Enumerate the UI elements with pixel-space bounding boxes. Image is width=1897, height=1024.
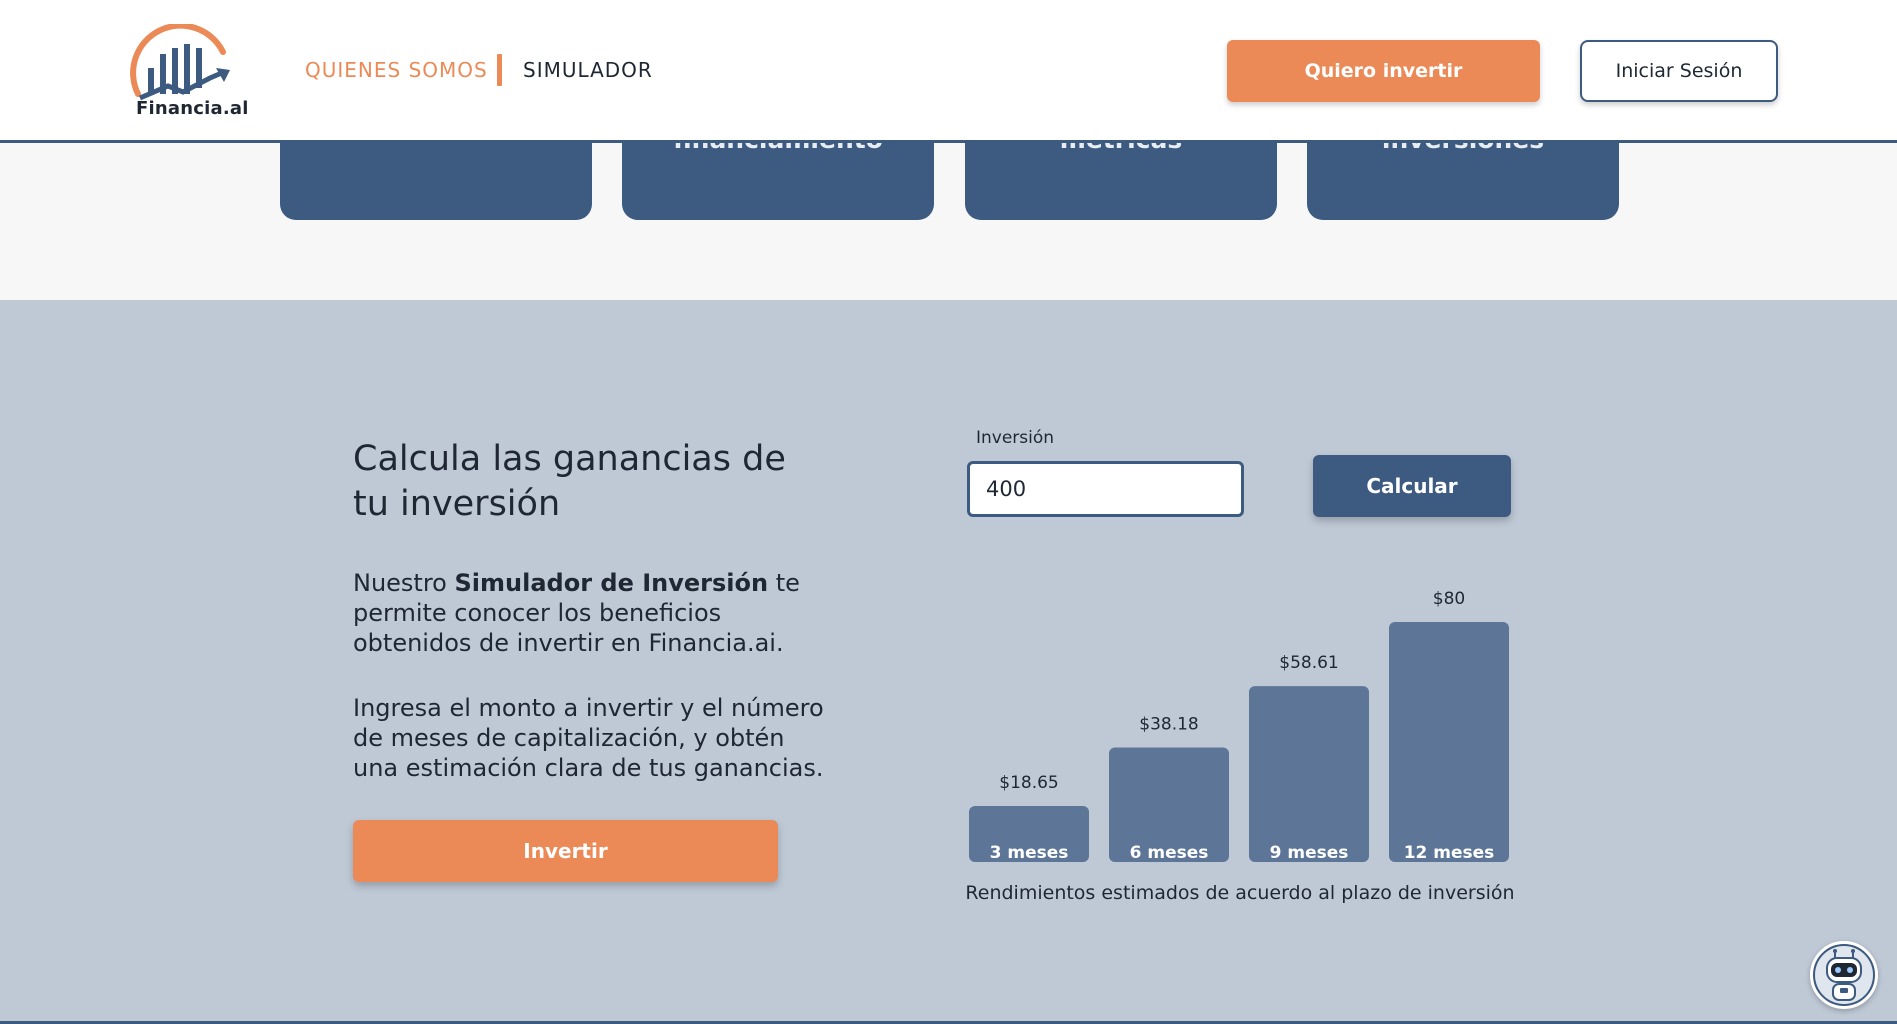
chart-category-label: 6 meses — [1130, 843, 1209, 862]
chart-value-label: $80 — [1433, 589, 1465, 609]
logo-chart-icon — [130, 22, 230, 101]
chart-value-label: $38.18 — [1139, 714, 1198, 734]
login-button[interactable]: Iniciar Sesión — [1580, 40, 1778, 102]
top-navbar: Financia.al QUIENES SOMOS SIMULADOR Quie… — [0, 0, 1897, 143]
description-bold-text: Simulador de Inversión — [454, 569, 769, 597]
nav-simulador[interactable]: SIMULADOR — [523, 58, 653, 82]
calcular-button[interactable]: Calcular — [1313, 455, 1511, 517]
simulator-heading: Calcula las ganancias de tu inversión — [353, 439, 786, 524]
financia-logo[interactable]: Financia.al — [128, 22, 248, 124]
nav-quienes-somos[interactable]: QUIENES SOMOS — [305, 58, 488, 82]
simulator-description: Nuestro Simulador de Inversión te permit… — [353, 568, 833, 658]
chart-value-label: $58.61 — [1279, 653, 1338, 673]
chart-bar — [1389, 622, 1509, 862]
invertir-button[interactable]: Invertir — [353, 820, 778, 882]
chart-category-label: 3 meses — [990, 843, 1069, 862]
investment-label: Inversión — [976, 428, 1055, 448]
investment-input[interactable] — [967, 461, 1244, 517]
chart-category-label: 9 meses — [1270, 843, 1349, 862]
logo-text: Financia.al — [136, 98, 249, 119]
description-text: Nuestro — [353, 569, 455, 597]
chart-value-label: $18.65 — [999, 773, 1058, 793]
chatbot-button[interactable] — [1810, 941, 1878, 1009]
chart-bar — [1249, 686, 1369, 862]
chart-caption: Rendimientos estimados de acuerdo al pla… — [965, 882, 1515, 904]
chart-category-label: 12 meses — [1404, 843, 1495, 862]
simulator-instructions: Ingresa el monto a invertir y el número … — [353, 694, 824, 782]
simulator-section: Calcula las ganancias de tu inversión Nu… — [0, 300, 1897, 1024]
earnings-bar-chart: $18.65 3 meses $38.18 6 meses $58.61 9 meses $… — [969, 589, 1509, 862]
quiero-invertir-button[interactable]: Quiero invertir — [1227, 40, 1540, 102]
nav-divider — [497, 54, 502, 86]
robot-icon — [1815, 946, 1873, 1004]
